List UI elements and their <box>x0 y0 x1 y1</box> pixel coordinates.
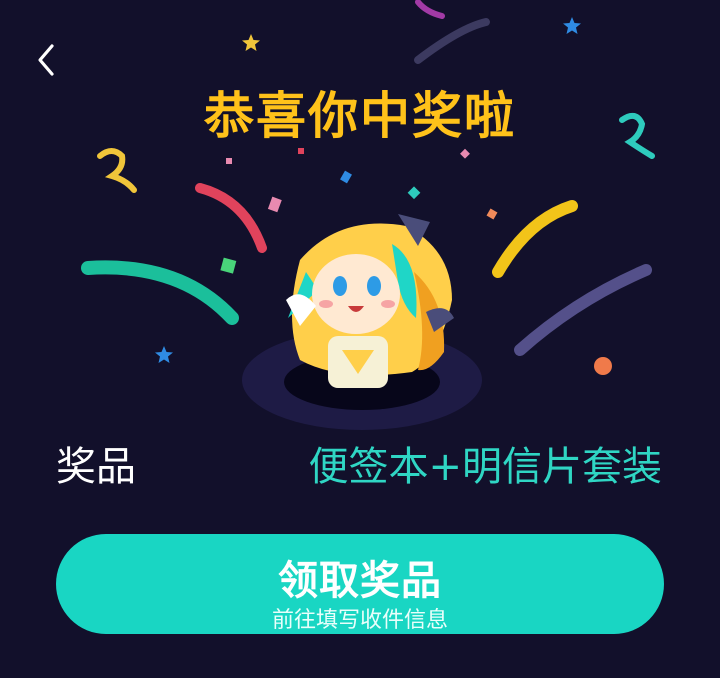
claim-prize-sublabel: 前往填写收件信息 <box>271 608 448 633</box>
prize-label: 奖品 <box>56 444 136 490</box>
celebration-illustration <box>81 0 655 430</box>
claim-prize-button[interactable]: 领取奖品 前往填写收件信息 <box>56 534 664 634</box>
page-title: 恭喜你中奖啦 <box>204 87 516 145</box>
prize-name: 便签本+明信片套装 <box>308 444 662 490</box>
claim-prize-label: 领取奖品 <box>278 558 442 604</box>
